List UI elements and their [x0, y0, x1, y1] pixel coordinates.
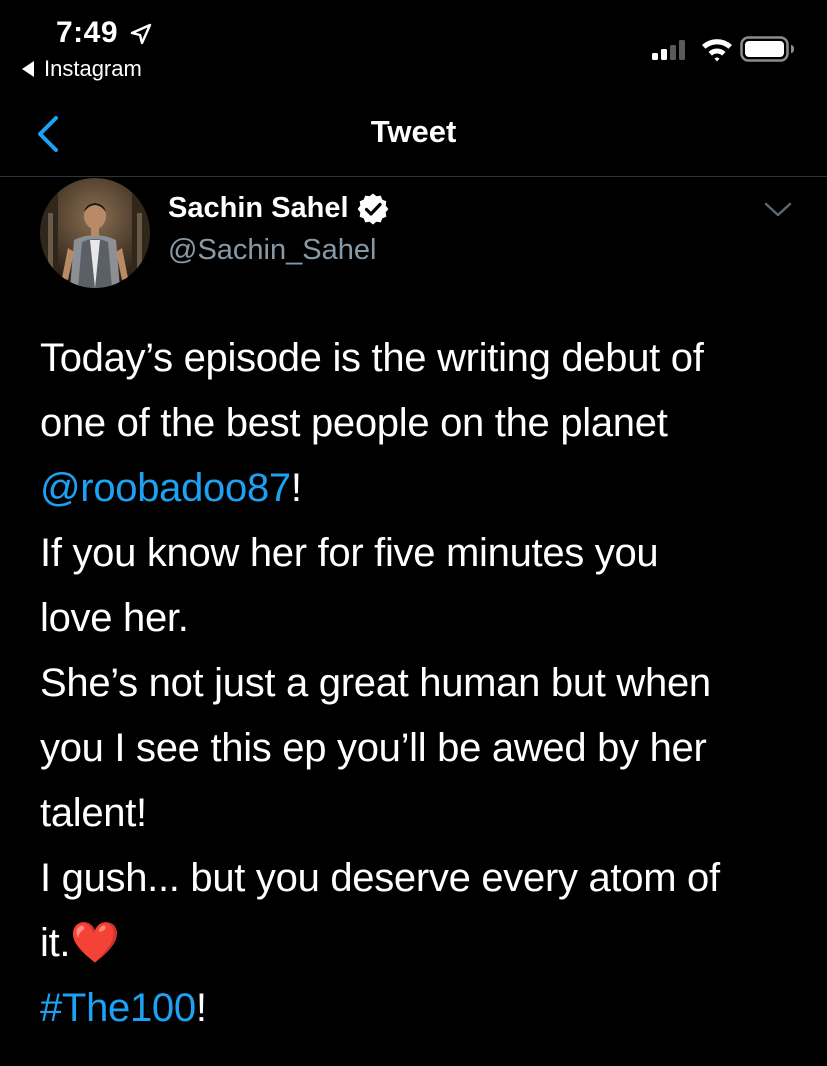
location-arrow-icon	[130, 23, 152, 45]
chevron-down-icon[interactable]	[764, 200, 792, 220]
status-time: 7:49	[56, 16, 119, 49]
tweet-line: @roobadoo87!	[40, 456, 810, 521]
tweet-header: Sachin Sahel @Sachin_Sahel	[0, 176, 827, 296]
back-app-label: Instagram	[44, 56, 142, 81]
verified-badge-icon	[357, 193, 388, 224]
tweet-line: I gush... but you deserve every atom of	[40, 856, 720, 900]
author-handle[interactable]: @Sachin_Sahel	[168, 234, 376, 267]
tweet-line-text: it.	[40, 921, 71, 965]
page-title: Tweet	[370, 114, 457, 149]
back-triangle-icon	[22, 61, 34, 77]
tweet-line: Today’s episode is the writing debut of	[40, 336, 704, 380]
battery-icon	[740, 36, 794, 62]
tweet-line: one of the best people on the planet	[40, 401, 668, 445]
heart-emoji: ❤️	[70, 921, 120, 965]
tweet-text: Today’s episode is the writing debut of …	[40, 326, 810, 1041]
tweet-line: She’s not just a great human but when	[40, 661, 711, 705]
avatar[interactable]	[40, 178, 150, 288]
status-bar: 7:49 Instagram	[0, 0, 827, 92]
tweet-line: it.❤️	[40, 911, 810, 976]
hashtag-link[interactable]: #The100	[40, 986, 196, 1030]
tweet-line: #The100!	[40, 976, 810, 1041]
mention-suffix: !	[290, 466, 302, 510]
hashtag-suffix: !	[195, 986, 207, 1030]
cellular-signal-icon	[652, 40, 685, 60]
tweet-line: love her.	[40, 596, 189, 640]
back-to-app-link[interactable]: Instagram	[20, 56, 142, 82]
tweet-line: you I see this ep you’ll be awed by her	[40, 726, 707, 770]
author-name: Sachin Sahel	[168, 192, 349, 224]
wifi-icon	[702, 39, 732, 62]
tweet-line: talent!	[40, 791, 147, 835]
nav-bar: Tweet	[0, 92, 827, 177]
author-name-row[interactable]: Sachin Sahel	[168, 192, 389, 225]
tweet-line: If you know her for five minutes you	[40, 531, 659, 575]
mention-link[interactable]: @roobadoo87	[40, 466, 291, 510]
